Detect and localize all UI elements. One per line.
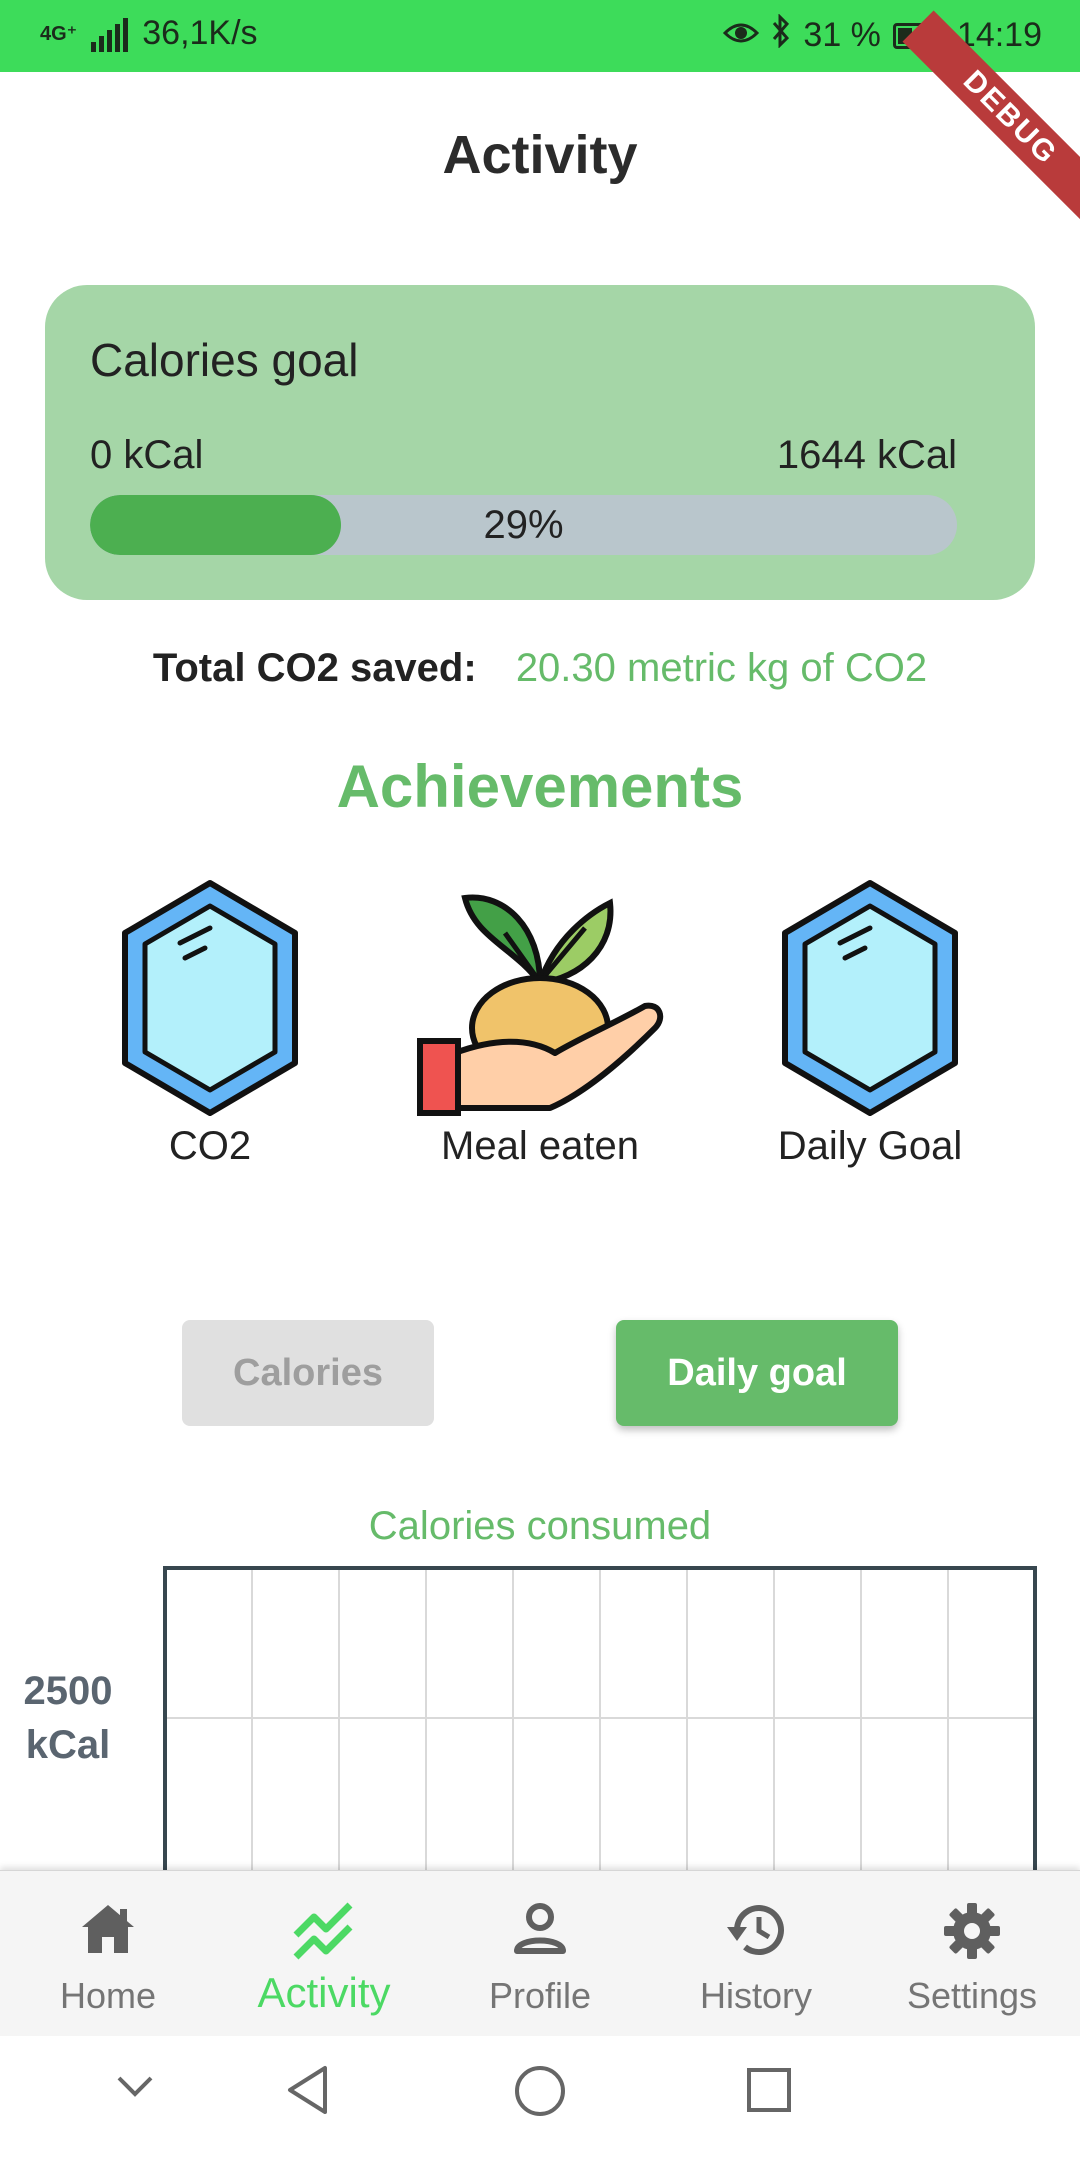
calories-chart: 2500 kCal <box>0 1560 1080 1870</box>
co2-saved-label: Total CO2 saved: <box>152 646 477 690</box>
back-icon[interactable] <box>285 2064 331 2116</box>
calories-goal-title: Calories goal <box>90 334 359 386</box>
profile-icon <box>514 1903 566 1954</box>
chart-title: Calories consumed <box>368 1504 712 1548</box>
signal-icon <box>91 16 129 52</box>
co2-saved-value: 20.30 metric kg of CO2 <box>515 646 928 690</box>
crystal-icon <box>122 880 298 1116</box>
achievement-label: Meal eaten <box>441 1124 639 1168</box>
eye-icon <box>723 16 760 55</box>
nav-label: History <box>699 1975 812 2016</box>
achievement-co2[interactable]: CO2 <box>85 878 335 1169</box>
network-speed: 36,1K/s <box>142 14 258 52</box>
home-circle-icon[interactable] <box>513 2064 567 2118</box>
settings-icon <box>944 1903 1000 1959</box>
achievement-daily-goal[interactable]: Daily Goal <box>745 878 995 1169</box>
nav-label: Settings <box>906 1975 1038 2016</box>
calories-goal-card: Calories goal 0 kCal 1644 kCal 29% <box>45 285 1035 600</box>
history-icon <box>727 1905 784 1956</box>
calories-progress-bar: 29% <box>90 495 957 555</box>
battery-percent: 31 % <box>803 16 881 54</box>
chart-plot-area <box>163 1566 1037 1870</box>
bottom-navigation: Home Activity Profile History Settings <box>0 1870 1080 2037</box>
crystal-icon <box>782 880 958 1116</box>
calories-min-label: 0 kCal <box>90 433 204 477</box>
nav-activity[interactable]: Activity <box>216 1871 432 2037</box>
recents-icon[interactable] <box>745 2066 793 2114</box>
page-title: Activity <box>442 125 638 185</box>
activity-icon <box>293 1902 353 1960</box>
co2-saved-row: Total CO2 saved: 20.30 metric kg of CO2 <box>0 646 1080 691</box>
chevron-down-icon[interactable] <box>115 2074 155 2098</box>
achievement-label: Daily Goal <box>777 1124 963 1168</box>
system-navigation-bar <box>0 2036 1080 2160</box>
nav-settings[interactable]: Settings <box>864 1871 1080 2037</box>
nav-home[interactable]: Home <box>0 1871 216 2037</box>
daily-goal-toggle-button[interactable]: Daily goal <box>616 1320 898 1426</box>
nav-profile[interactable]: Profile <box>432 1871 648 2037</box>
hand-plant-icon <box>417 894 664 1116</box>
network-type: 4G⁺ <box>40 23 78 45</box>
calories-toggle-button[interactable]: Calories <box>182 1320 434 1426</box>
nav-label: Home <box>59 1975 157 2016</box>
nav-label: Activity <box>257 1969 391 2016</box>
achievements-title: Achievements <box>336 753 744 820</box>
achievement-meal-eaten[interactable]: Meal eaten <box>415 878 665 1169</box>
home-icon <box>82 1905 134 1953</box>
nav-label: Profile <box>488 1975 592 2016</box>
achievement-label: CO2 <box>168 1124 252 1168</box>
nav-history[interactable]: History <box>648 1871 864 2037</box>
bluetooth-icon <box>771 13 791 57</box>
calories-progress-label: 29% <box>483 503 564 547</box>
calories-max-label: 1644 kCal <box>776 433 957 477</box>
